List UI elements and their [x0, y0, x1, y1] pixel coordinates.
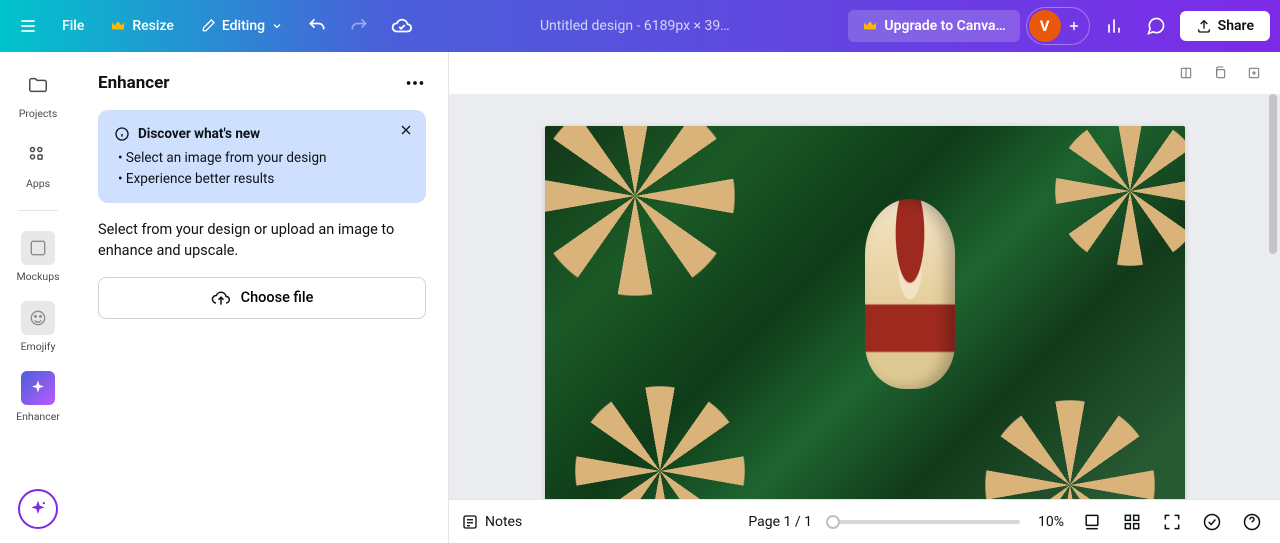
add-page-icon[interactable] — [1246, 65, 1262, 81]
avatar[interactable]: V — [1029, 10, 1061, 42]
straw-star-ornament — [575, 386, 745, 499]
ellipsis-icon — [404, 72, 426, 94]
design-page[interactable] — [545, 126, 1185, 499]
nav-item-mockups[interactable]: Mockups — [8, 231, 68, 283]
info-close-button[interactable] — [398, 122, 414, 138]
mockups-icon — [28, 238, 48, 258]
pencil-icon — [200, 18, 216, 34]
chevron-down-icon — [271, 20, 283, 32]
fullscreen-icon[interactable] — [1162, 512, 1182, 532]
straw-star-ornament — [985, 400, 1155, 499]
speech-bubble-icon — [1146, 16, 1166, 36]
apps-icon — [27, 144, 49, 166]
notes-button[interactable]: Notes — [461, 513, 522, 531]
bottom-bar: Notes Page 1 / 1 10% — [449, 499, 1280, 543]
vertical-scrollbar[interactable] — [1268, 94, 1278, 543]
nav-divider — [18, 210, 58, 211]
canvas-viewport[interactable] — [449, 94, 1280, 499]
notes-label: Notes — [485, 514, 522, 530]
straw-star-ornament — [1055, 126, 1185, 266]
panel-more-button[interactable] — [404, 72, 426, 94]
canvas-area: Notes Page 1 / 1 10% — [449, 52, 1280, 543]
lock-aspect-icon[interactable] — [1178, 65, 1194, 81]
nav-item-apps[interactable]: Apps — [8, 138, 68, 190]
choose-file-button[interactable]: Choose file — [98, 277, 426, 319]
upload-icon — [1196, 18, 1212, 34]
file-menu[interactable]: File — [52, 12, 94, 40]
canvas-page-actions — [449, 52, 1280, 94]
share-button[interactable]: Share — [1180, 11, 1270, 41]
nav-label: Mockups — [16, 270, 59, 283]
duplicate-page-icon[interactable] — [1212, 65, 1228, 81]
info-bullet: • Experience better results — [118, 169, 410, 189]
crown-icon — [862, 18, 878, 34]
top-bar: File Resize Editing Untitled design - 61… — [0, 0, 1280, 52]
nav-label: Enhancer — [16, 410, 60, 423]
upgrade-pill[interactable]: Upgrade to Canva… — [848, 10, 1019, 42]
hamburger-icon — [18, 16, 38, 36]
editing-dropdown[interactable]: Editing — [190, 12, 293, 40]
info-bullet: • Select an image from your design — [118, 148, 410, 168]
enhancer-panel: Enhancer Discover what's new • Select an… — [76, 52, 449, 543]
analytics-button[interactable] — [1096, 10, 1132, 42]
plus-icon — [1067, 19, 1081, 33]
redo-icon — [349, 16, 369, 36]
page-indicator[interactable]: Page 1 / 1 — [748, 514, 812, 530]
nav-item-projects[interactable]: Projects — [8, 68, 68, 120]
collaborators-pill: V — [1026, 7, 1090, 45]
cloud-upload-icon — [211, 288, 231, 308]
nav-label: Projects — [19, 107, 58, 120]
nav-rail: Projects Apps Mockups Emojify Enhancer — [0, 52, 76, 543]
zoom-slider[interactable] — [830, 520, 1020, 524]
redo-button[interactable] — [341, 10, 377, 42]
info-icon — [114, 126, 130, 142]
nav-label: Emojify — [21, 340, 56, 353]
share-label: Share — [1218, 18, 1254, 34]
menu-button[interactable] — [10, 10, 46, 42]
straw-star-ornament — [545, 126, 735, 296]
bar-chart-icon — [1104, 16, 1124, 36]
panel-title: Enhancer — [98, 73, 170, 93]
info-heading: Discover what's new — [138, 124, 260, 144]
sparkle-icon — [28, 499, 48, 519]
page-list-icon[interactable] — [1082, 512, 1102, 532]
notes-icon — [461, 513, 479, 531]
scrollbar-thumb[interactable] — [1269, 94, 1277, 254]
nav-label: Apps — [26, 177, 50, 190]
editing-label: Editing — [222, 18, 265, 34]
zoom-level[interactable]: 10% — [1038, 514, 1064, 530]
upgrade-label: Upgrade to Canva… — [884, 18, 1005, 34]
folder-icon — [27, 74, 49, 96]
cloud-check-icon — [391, 15, 413, 37]
design-title[interactable]: Untitled design - 6189px × 39… — [427, 18, 842, 34]
santa-ornament — [865, 199, 955, 389]
grid-view-icon[interactable] — [1122, 512, 1142, 532]
close-icon — [398, 122, 414, 138]
choose-file-label: Choose file — [241, 289, 314, 306]
magic-fab[interactable] — [18, 489, 58, 529]
help-icon[interactable] — [1242, 512, 1262, 532]
nav-item-enhancer[interactable]: Enhancer — [8, 371, 68, 423]
discover-info-box: Discover what's new • Select an image fr… — [98, 110, 426, 203]
emoji-icon — [28, 308, 48, 328]
undo-button[interactable] — [299, 10, 335, 42]
zoom-slider-thumb[interactable] — [826, 515, 840, 529]
resize-label: Resize — [132, 18, 174, 34]
undo-icon — [307, 16, 327, 36]
cloud-sync-button[interactable] — [383, 9, 421, 43]
comments-button[interactable] — [1138, 10, 1174, 42]
crown-icon — [110, 18, 126, 34]
resize-button[interactable]: Resize — [100, 12, 184, 40]
add-collaborator-button[interactable] — [1061, 13, 1087, 39]
nav-item-emojify[interactable]: Emojify — [8, 301, 68, 353]
panel-description: Select from your design or upload an ima… — [98, 219, 426, 261]
sparkle-icon — [29, 379, 47, 397]
check-circle-icon[interactable] — [1202, 512, 1222, 532]
main-area: Projects Apps Mockups Emojify Enhancer — [0, 52, 1280, 543]
